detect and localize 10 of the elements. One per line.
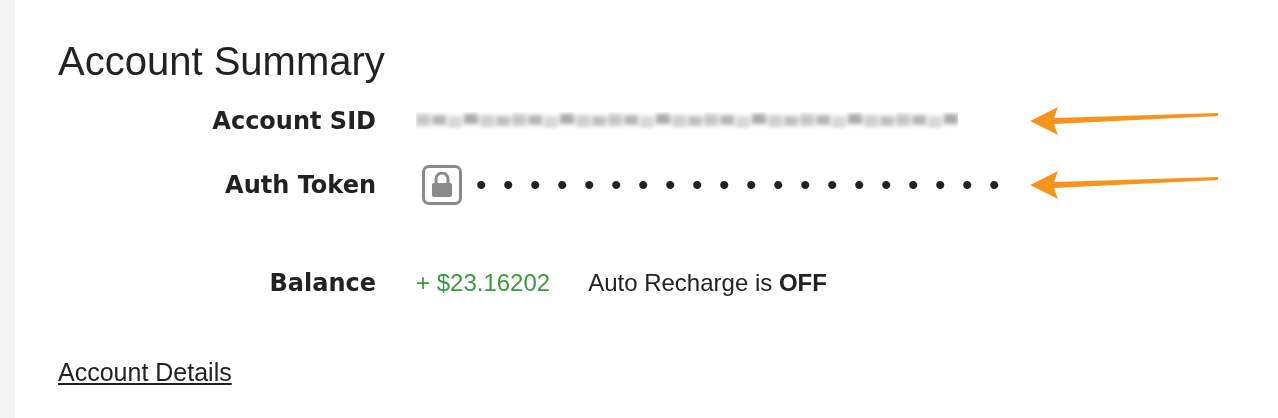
page-title: Account Summary <box>58 38 386 85</box>
auto-recharge-status: Auto Recharge is OFF <box>588 269 827 297</box>
field-label: Auth Token <box>224 171 376 199</box>
lock-button[interactable] <box>422 165 462 205</box>
balance-amount: + $23.16202 <box>416 269 551 297</box>
padlock-icon <box>430 172 454 198</box>
account-details-link[interactable]: Account Details <box>58 358 232 387</box>
field-label: Account SID <box>211 107 376 135</box>
masked-token: •••••••••••••••••••• <box>476 168 1017 202</box>
field-label: Balance <box>268 269 376 297</box>
